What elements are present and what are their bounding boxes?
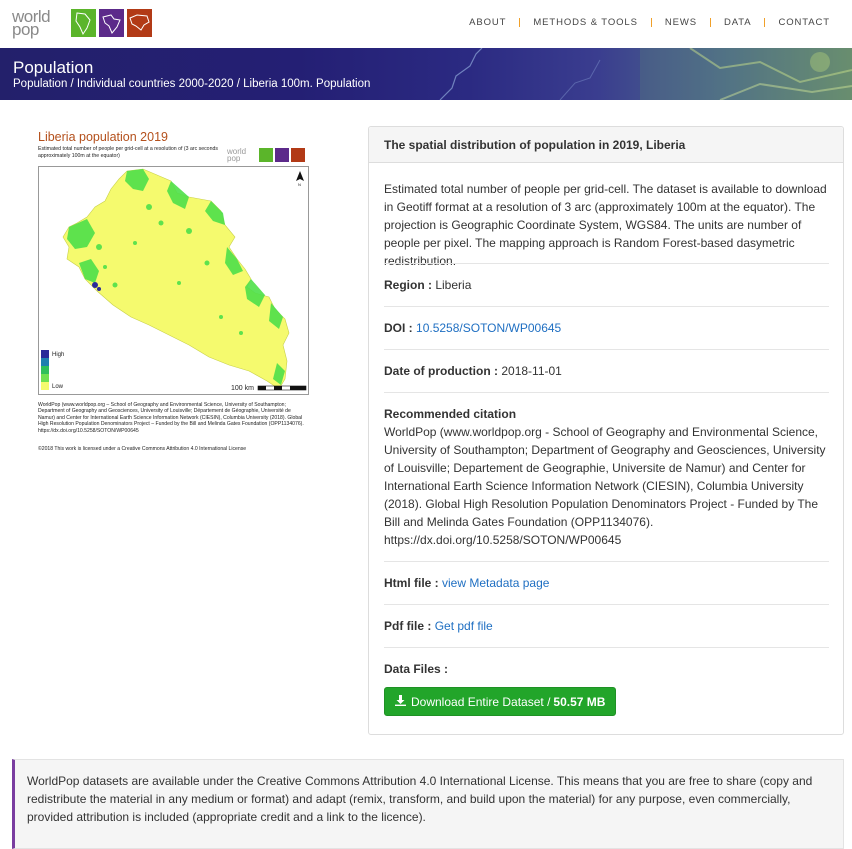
banner-satellite-texture	[439, 48, 852, 100]
download-dataset-button[interactable]: Download Entire Dataset / 50.57 MB	[384, 687, 617, 716]
figure-logo-wordmark: world pop	[227, 148, 257, 163]
pdf-file-link[interactable]: Get pdf file	[435, 619, 493, 633]
download-wrapper: Download Entire Dataset / 50.57 MB	[384, 687, 617, 716]
html-file-label: Html file :	[384, 576, 439, 590]
map-scale-bar	[257, 385, 307, 391]
breadcrumb: Population / Individual countries 2000-2…	[13, 78, 371, 90]
nav-about[interactable]: ABOUT	[456, 17, 519, 28]
nav-methods-tools[interactable]: METHODS & TOOLS	[520, 17, 650, 28]
dataset-description: Estimated total number of people per gri…	[384, 182, 827, 268]
section-divider	[384, 306, 829, 307]
nav-contact[interactable]: CONTACT	[765, 17, 830, 28]
nav-data[interactable]: DATA	[711, 17, 765, 28]
panel-heading: The spatial distribution of population i…	[369, 127, 843, 163]
section-divider	[384, 647, 829, 648]
data-files-label: Data Files :	[384, 660, 829, 678]
scale-label: 100 km	[231, 385, 254, 392]
figure-logo-green-icon	[259, 148, 273, 162]
map-legend	[41, 350, 49, 390]
region-value: Liberia	[435, 278, 472, 292]
logo-wordmark: world pop	[12, 8, 68, 38]
doi-row: DOI : 10.5258/SOTON/WP00645	[384, 319, 829, 337]
liberia-map: High Low 100 km N	[38, 166, 309, 395]
nav-news[interactable]: NEWS	[652, 17, 710, 28]
date-label: Date of production :	[384, 364, 498, 378]
navbar: world pop ABOUT METHODS & TOOLS NEWS DAT…	[0, 0, 852, 48]
legend-low-label: Low	[52, 384, 64, 390]
region-label: Region :	[384, 278, 432, 292]
page-banner: Population Population / Individual count…	[0, 48, 852, 100]
section-divider	[384, 561, 829, 562]
html-file-row: Html file : view Metadata page	[384, 574, 829, 592]
doi-label: DOI :	[384, 321, 413, 335]
logo-continent-green-icon	[71, 9, 96, 37]
figure-logo-purple-icon	[275, 148, 289, 162]
section-divider	[384, 263, 829, 264]
north-arrow-icon	[296, 171, 304, 181]
figure-subtitle: Estimated total number of people per gri…	[38, 146, 218, 159]
figure-logo: world pop	[227, 148, 305, 163]
north-label: N	[298, 182, 301, 187]
figure-title: Liberia population 2019	[38, 130, 168, 144]
figure-logo-red-icon	[291, 148, 305, 162]
metadata-page-link[interactable]: view Metadata page	[442, 576, 549, 590]
citation-text: WorldPop (www.worldpop.org - School of G…	[384, 425, 826, 547]
citation-section: Recommended citation WorldPop (www.world…	[384, 405, 829, 549]
logo-continent-red-icon	[127, 9, 152, 37]
download-label: Download Entire Dataset /	[411, 694, 551, 709]
region-row: Region : Liberia	[384, 276, 829, 294]
dataset-details-panel: The spatial distribution of population i…	[368, 126, 844, 735]
figure-logo-text-pop: pop	[227, 154, 241, 163]
license-note-text: WorldPop datasets are available under th…	[27, 774, 813, 824]
date-value: 2018-11-01	[501, 364, 562, 378]
license-note: WorldPop datasets are available under th…	[12, 759, 844, 849]
legend-high-label: High	[52, 352, 65, 358]
doi-link[interactable]: 10.5258/SOTON/WP00645	[416, 321, 561, 335]
download-icon	[395, 694, 406, 709]
figure-credit: WorldPop (www.worldpop.org – School of G…	[38, 402, 304, 434]
data-files-label-text: Data Files :	[384, 662, 449, 676]
section-divider	[384, 349, 829, 350]
pdf-file-row: Pdf file : Get pdf file	[384, 617, 829, 635]
page-title: Population	[13, 58, 94, 77]
citation-label: Recommended citation	[384, 407, 517, 421]
pdf-file-label: Pdf file :	[384, 619, 432, 633]
main-nav: ABOUT METHODS & TOOLS NEWS DATA CONTACT	[456, 17, 830, 28]
figure-license: ©2018 This work is licensed under a Crea…	[38, 446, 247, 452]
worldpop-logo[interactable]: world pop	[12, 8, 152, 38]
logo-continent-purple-icon	[99, 9, 124, 37]
download-size: 50.57 MB	[553, 694, 606, 709]
section-divider	[384, 604, 829, 605]
section-divider	[384, 392, 829, 393]
date-row: Date of production : 2018-11-01	[384, 362, 829, 380]
